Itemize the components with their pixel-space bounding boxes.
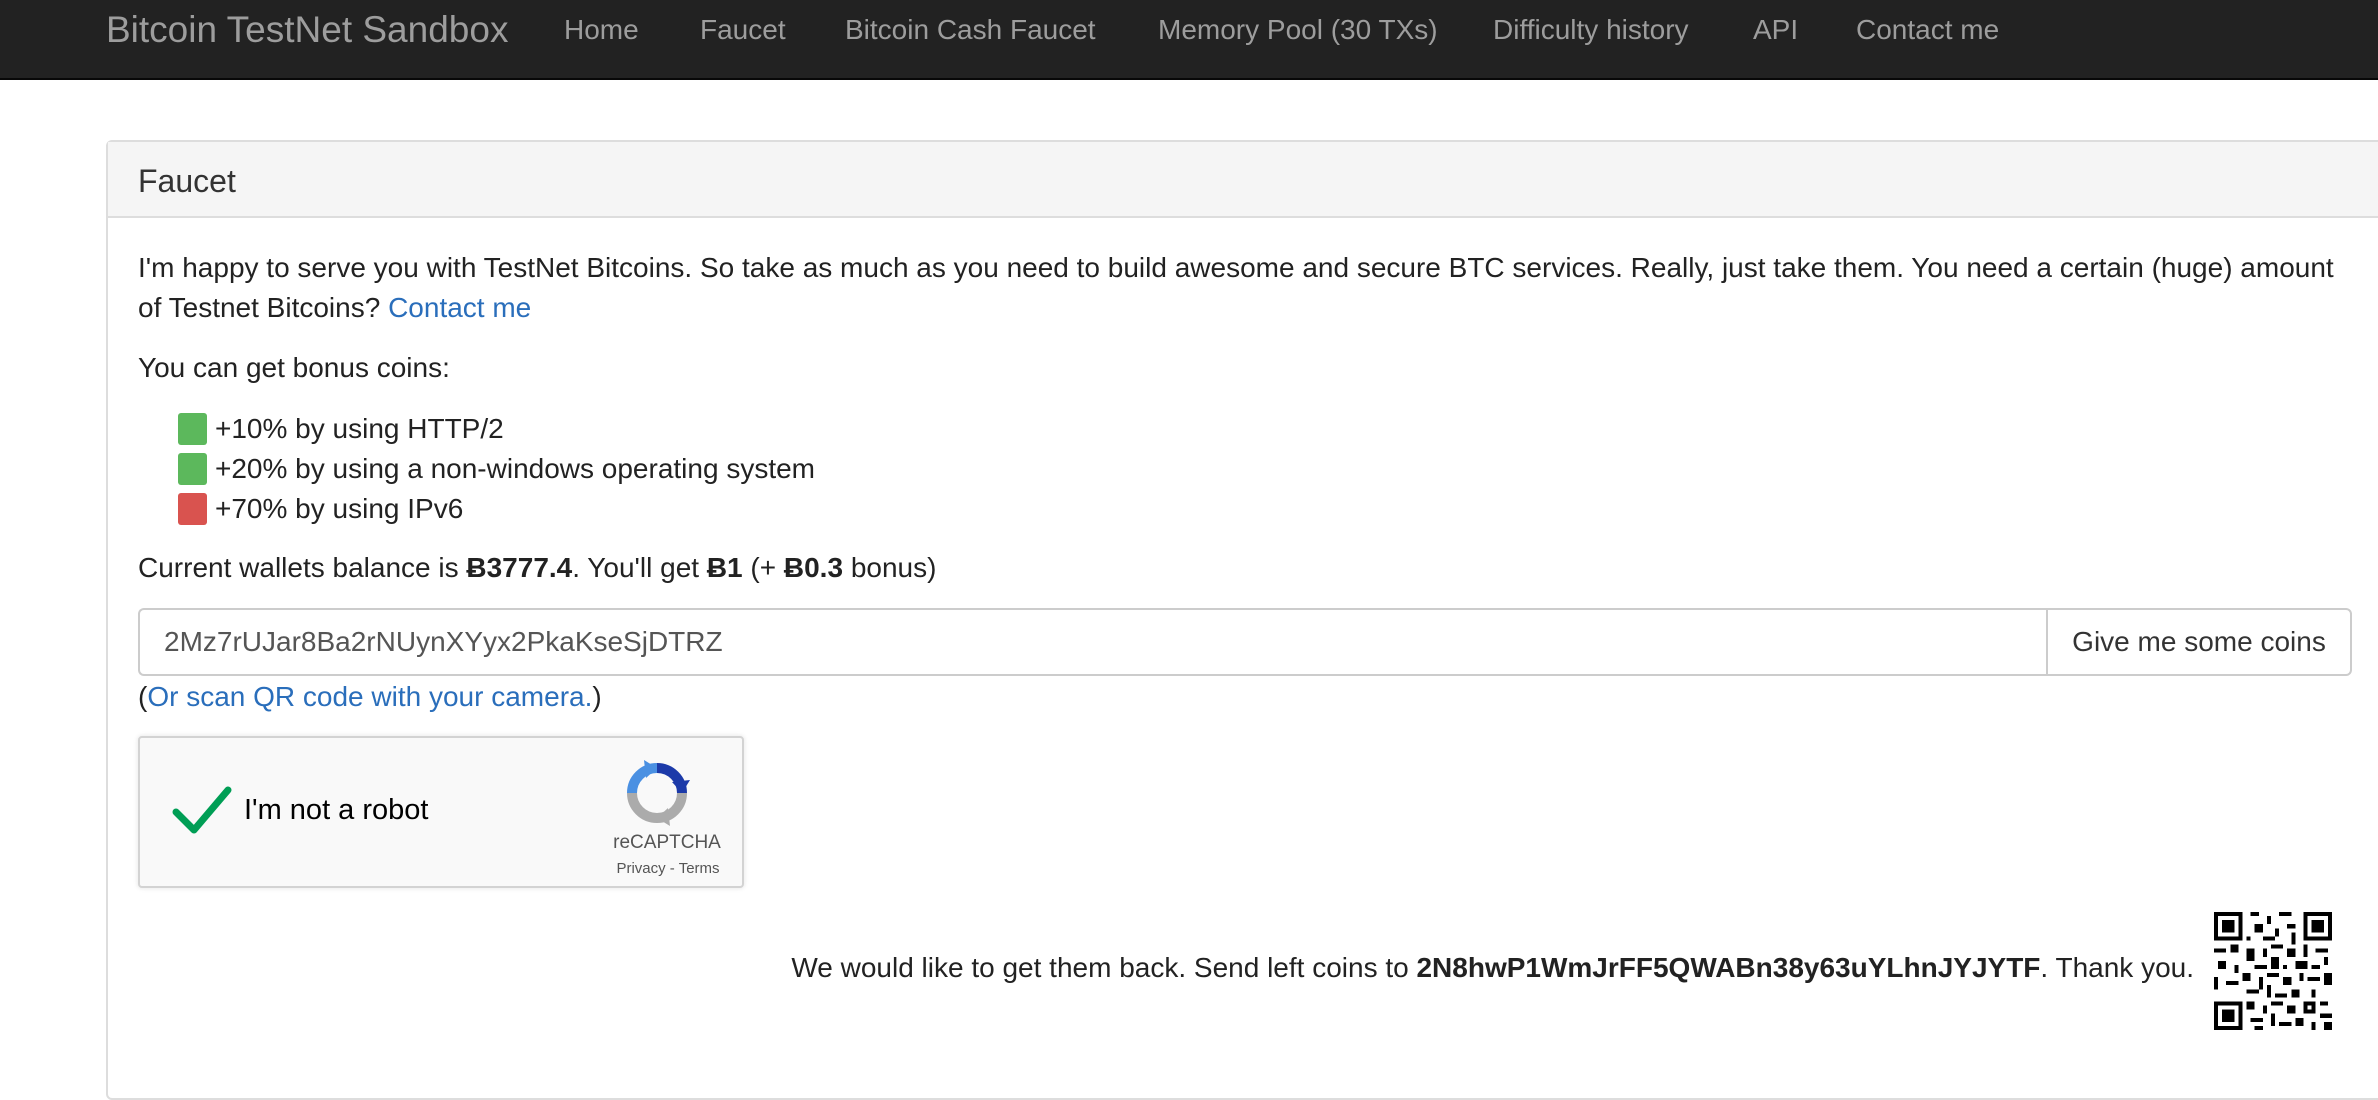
navbar-brand[interactable]: Bitcoin TestNet Sandbox [106,8,508,52]
panel-heading: Faucet [108,142,2378,218]
bonus-item-label: +10% by using HTTP/2 [215,413,504,444]
return-coins-text: We would like to get them back. Send lef… [791,951,2194,985]
recaptcha-brand: reCAPTCHA [613,832,721,853]
recaptcha-terms-link[interactable]: Terms [679,860,720,877]
bonus-open: (+ [750,552,777,583]
recaptcha-privacy-link[interactable]: Privacy [616,860,665,877]
bonus-item: +70% by using IPv6 [178,492,463,526]
bonus-item: +20% by using a non-windows operating sy… [178,452,815,486]
bonus-close: bonus) [850,552,937,583]
nav-item-bitcoin-cash-faucet[interactable]: Bitcoin Cash Faucet [845,13,1096,47]
intro-text-line1: I'm happy to serve you with TestNet Bitc… [138,252,2334,283]
panel-title: Faucet [138,163,236,199]
return-address: 2N8hwP1WmJrFF5QWABn38y63uYLhnJYJYTF [1416,952,2041,983]
wallet-balance-amount: Ƀ3777.4 [466,552,573,583]
bitcoin-address-input[interactable] [138,608,2048,676]
intro-text-line2-prefix: of Testnet Bitcoins? [138,292,381,323]
recaptcha-widget: I'm not a robot reCAPTCHA Privacy - Term… [138,736,744,888]
qr-hint-open: ( [138,681,148,712]
checkmark-icon [172,786,232,834]
intro-text-line2: of Testnet Bitcoins? Contact me [138,291,531,325]
bonus-item: +10% by using HTTP/2 [178,412,504,446]
bonus-item-label: +20% by using a non-windows operating sy… [215,453,816,484]
qr-hint: (Or scan QR code with your camera.) [138,680,602,714]
nav-item-difficulty-history[interactable]: Difficulty history [1493,13,1689,47]
qr-hint-close: ) [592,681,602,712]
qr-code-icon [2214,912,2332,1030]
contact-me-link[interactable]: Contact me [388,292,531,323]
recaptcha-link-separator: - [665,860,679,877]
nav-item-memory-pool[interactable]: Memory Pool (30 TXs) [1158,13,1438,47]
scan-qr-link[interactable]: Or scan QR code with your camera. [147,681,592,712]
nav-item-home[interactable]: Home [564,13,639,47]
nav-item-api[interactable]: API [1753,13,1798,47]
recaptcha-checkbox[interactable] [170,778,234,842]
give-coins-button[interactable]: Give me some coins [2046,608,2352,676]
balance-prefix: Current wallets balance is [138,552,459,583]
balance-line: Current wallets balance is Ƀ3777.4. You'… [138,551,936,585]
payout-amount: Ƀ1 [706,552,743,583]
balance-middle: . You'll get [572,552,700,583]
status-indicator-active [178,413,207,445]
recaptcha-links: Privacy - Terms [598,860,738,877]
return-suffix: . Thank you. [2040,952,2194,983]
status-indicator-active [178,453,207,485]
recaptcha-label: I'm not a robot [244,794,429,826]
status-indicator-inactive [178,493,207,525]
bonus-heading: You can get bonus coins: [138,352,450,383]
bonus-amount: Ƀ0.3 [783,552,844,583]
bonus-item-label: +70% by using IPv6 [215,493,464,524]
return-prefix: We would like to get them back. Send lef… [791,952,1409,983]
top-navbar: Bitcoin TestNet Sandbox Home Faucet Bitc… [0,0,2378,80]
nav-item-contact-me[interactable]: Contact me [1856,13,1999,47]
recaptcha-logo-icon [627,760,690,826]
nav-item-faucet[interactable]: Faucet [700,13,786,47]
